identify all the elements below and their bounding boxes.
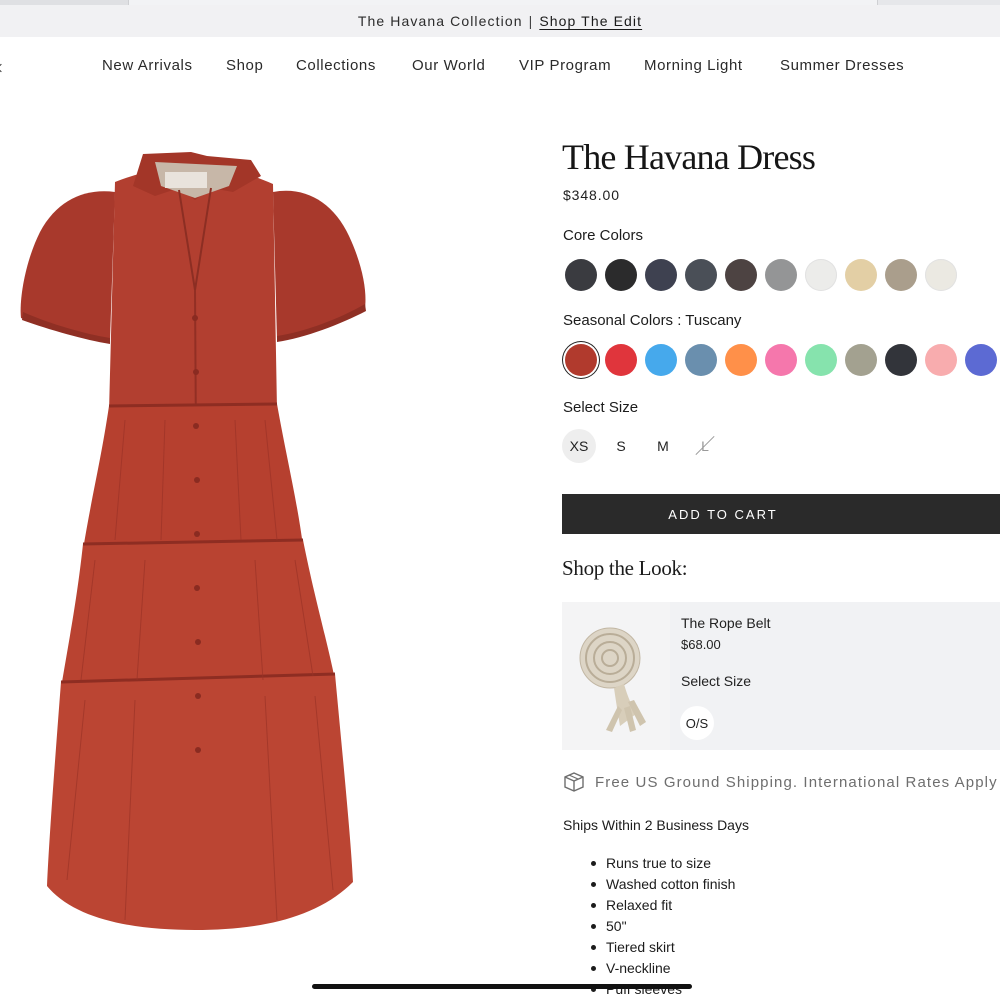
seasonal-color-swatch-4[interactable] [685,344,717,376]
box-icon [564,772,584,792]
seasonal-color-swatch-7[interactable] [805,344,837,376]
feature-item: 50" [590,916,735,937]
select-size-label: Select Size [563,399,639,416]
size-selector: XS S M L [562,429,730,463]
nav-collections[interactable]: Collections [296,57,376,74]
product-features-list: Runs true to size Washed cotton finish R… [590,853,735,1000]
look-item-price: $68.00 [681,637,721,652]
nav-vip-program[interactable]: VIP Program [519,57,611,74]
core-color-swatch-6[interactable] [765,259,797,291]
core-colors-label: Core Colors [563,227,644,244]
shop-the-look-card: The Rope Belt $68.00 Select Size O/S [562,602,1000,750]
core-color-swatch-8[interactable] [845,259,877,291]
shipping-text: Free US Ground Shipping. International R… [595,773,998,791]
seasonal-color-swatch-2[interactable] [605,344,637,376]
core-color-swatch-10[interactable] [925,259,957,291]
feature-item: V-neckline [590,958,735,979]
home-indicator[interactable] [312,984,692,989]
announcement-bar: The Havana Collection | Shop The Edit [0,5,1000,37]
product-title: The Havana Dress [562,137,816,177]
product-image[interactable] [15,140,375,940]
nav-new-arrivals[interactable]: New Arrivals [102,57,193,74]
announcement-text: The Havana Collection [357,13,523,29]
seasonal-color-swatch-3[interactable] [645,344,677,376]
nav-summer-dresses[interactable]: Summer Dresses [780,57,904,74]
size-option-l-unavailable[interactable]: L [688,429,722,463]
seasonal-color-swatches [565,344,1000,376]
add-to-cart-button[interactable]: ADD TO CART [562,494,1000,534]
product-price: $348.00 [563,187,620,203]
rope-belt-icon [579,627,646,732]
shop-the-edit-link[interactable]: Shop The Edit [539,13,642,29]
feature-item: Washed cotton finish [590,874,735,895]
seasonal-color-swatch-11[interactable] [965,344,997,376]
size-option-s[interactable]: S [604,429,638,463]
nav-shop[interactable]: Shop [226,57,263,74]
core-color-swatch-7[interactable] [805,259,837,291]
seasonal-color-swatch-6[interactable] [765,344,797,376]
seasonal-colors-label: Seasonal Colors : Tuscany [563,312,742,329]
look-select-size-label: Select Size [681,673,752,689]
feature-item: Relaxed fit [590,895,735,916]
core-color-swatches [565,259,965,291]
core-color-swatch-9[interactable] [885,259,917,291]
nav-our-world[interactable]: Our World [412,57,485,74]
size-option-m[interactable]: M [646,429,680,463]
look-item-name[interactable]: The Rope Belt [681,615,771,631]
size-option-xs[interactable]: XS [562,429,596,463]
seasonal-color-swatch-5[interactable] [725,344,757,376]
seasonal-color-swatch-9[interactable] [885,344,917,376]
shop-the-look-heading: Shop the Look: [562,556,688,580]
feature-item: Puff sleeves [590,979,735,1000]
nav-morning-light[interactable]: Morning Light [644,57,743,74]
feature-item: Runs true to size [590,853,735,874]
rope-belt-image[interactable] [562,602,670,750]
ships-within-text: Ships Within 2 Business Days [563,817,749,833]
shipping-info: Free US Ground Shipping. International R… [563,772,998,792]
seasonal-color-swatch-8[interactable] [845,344,877,376]
core-color-swatch-2[interactable] [605,259,637,291]
seasonal-color-swatch-1[interactable] [565,344,597,376]
feature-item: Tiered skirt [590,937,735,958]
core-color-swatch-5[interactable] [725,259,757,291]
look-size-option-os[interactable]: O/S [680,706,714,740]
core-color-swatch-1[interactable] [565,259,597,291]
seasonal-color-swatch-10[interactable] [925,344,957,376]
red-tiered-dress-image [20,152,366,930]
core-color-swatch-4[interactable] [685,259,717,291]
main-nav: New Arrivals Shop Collections Our World … [0,37,1000,95]
announcement-separator: | [528,13,534,29]
core-color-swatch-3[interactable] [645,259,677,291]
